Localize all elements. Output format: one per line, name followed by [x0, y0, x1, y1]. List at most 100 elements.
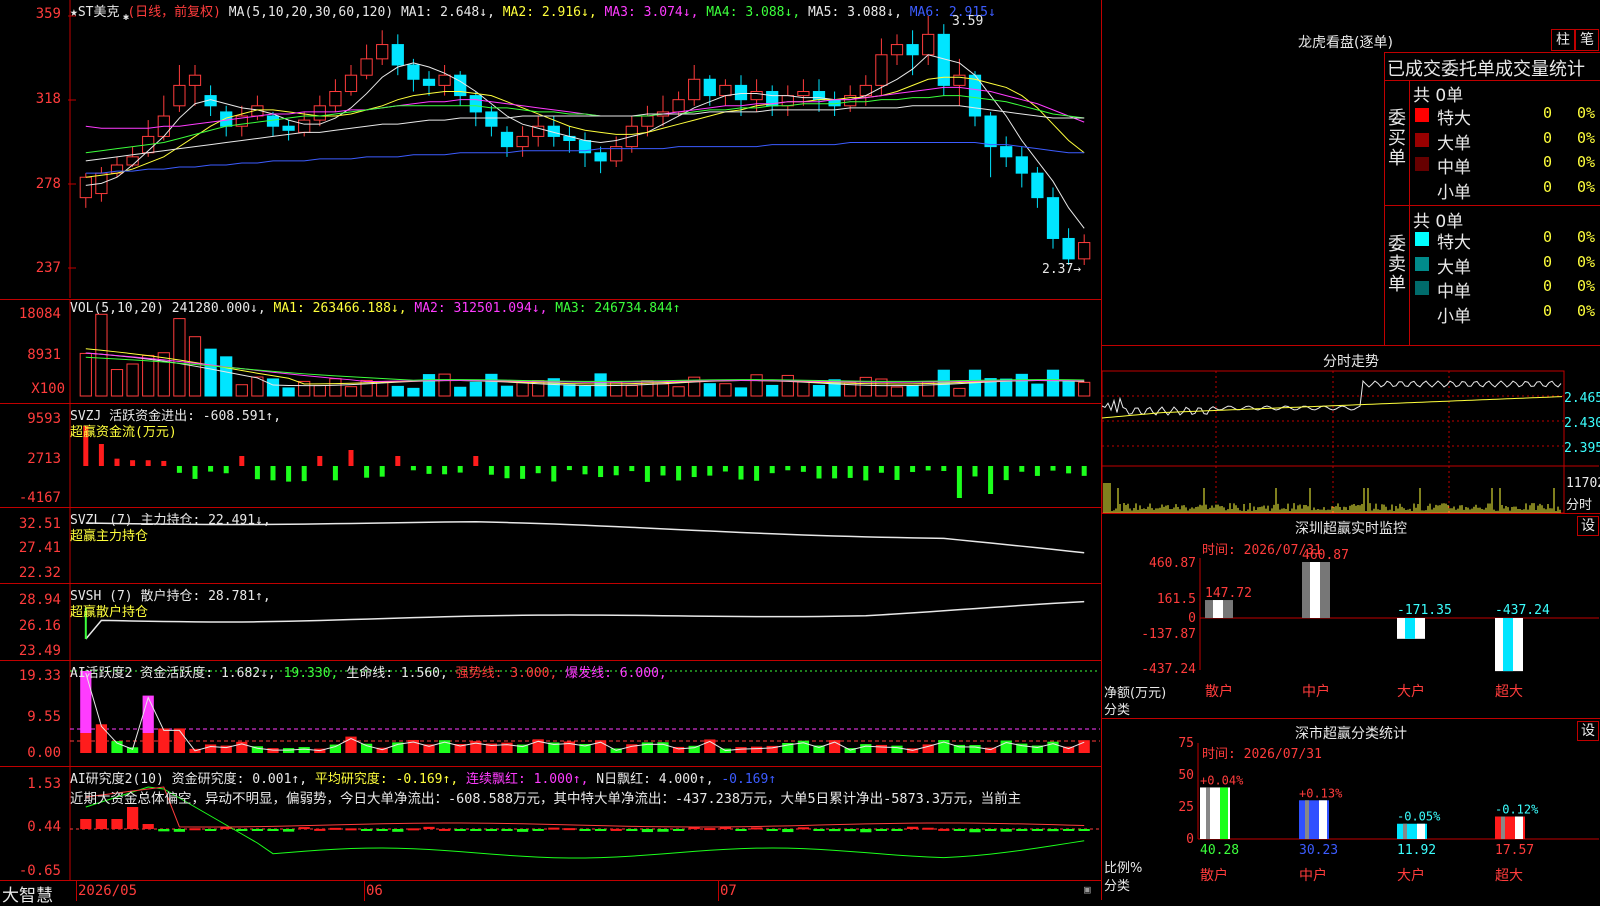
class-bar-shade	[1403, 823, 1407, 839]
class-category: 散户	[1200, 867, 1228, 884]
activity-bar	[1078, 740, 1090, 753]
candle-body	[703, 78, 716, 97]
row-count: 0	[1543, 104, 1553, 122]
intraday-unit: 分时	[1566, 498, 1593, 513]
fund-flow-bar	[520, 466, 526, 479]
fund-flow-bar	[410, 466, 416, 471]
research-bar	[267, 829, 279, 831]
ai-activity-panel[interactable]: AI活跃度2 资金活跃度: 1.682↓, 19.330, 生命线: 1.560…	[0, 660, 1102, 767]
legend-item: 强势线: 3.000,	[455, 666, 566, 681]
fund-flow-bar	[114, 458, 120, 466]
fund-flow-bar	[176, 466, 182, 473]
candle-body	[1015, 156, 1028, 174]
research-bar	[329, 827, 342, 830]
sz-class-panel[interactable]: 深市超赢分类统计 设 时间: 2026/07/31 75 50 25 0 +0.04% 4…	[1101, 718, 1600, 900]
candle-body	[719, 84, 732, 97]
price-tick: 278	[35, 176, 61, 192]
class-change-label: +0.13%	[1299, 786, 1343, 800]
volume-bar	[766, 384, 779, 397]
volume-bar	[719, 383, 732, 397]
research-bar	[189, 828, 201, 831]
sz-monitor-panel[interactable]: 深圳超赢实时监控 设 时间: 2026/07/31 460.87 161.5 0 -1…	[1101, 513, 1600, 719]
candle-body	[422, 78, 436, 86]
candle-body	[922, 33, 935, 56]
intraday-chart[interactable]	[1102, 346, 1599, 513]
candle-body	[1078, 242, 1091, 260]
candle-body	[1046, 197, 1060, 239]
research-bar	[828, 829, 841, 832]
volume-ma-line	[85, 348, 1085, 385]
volume-bar	[516, 382, 529, 397]
candle-body	[953, 74, 966, 86]
volume-bar	[1046, 369, 1060, 397]
column-view-button[interactable]: 柱	[1551, 29, 1575, 51]
fund-flow-bar	[551, 466, 557, 482]
tick-view-button[interactable]: 笔	[1575, 29, 1599, 51]
volume-bar	[797, 381, 810, 397]
class-bar-edge	[1319, 800, 1327, 839]
row-count: 0	[1543, 153, 1553, 171]
activity-bar	[142, 695, 154, 733]
class-value-label: 30.23	[1299, 843, 1338, 858]
monitor-y-tick: -437.24	[1141, 662, 1196, 677]
fund-flow-bar	[691, 466, 697, 478]
legend-item: VOL(5,10,20)	[70, 301, 172, 316]
candle-body	[344, 74, 358, 93]
ai-research-panel[interactable]: AI研究度2(10) 资金研究度: 0.001↑, 平均研究度: -0.169↑…	[0, 766, 1102, 881]
row-pct: 0%	[1577, 177, 1596, 196]
class-value-label: 11.92	[1397, 843, 1436, 858]
volume-bar	[500, 385, 514, 397]
ratio-bar-chart[interactable]: 75 50 25 0 +0.04% 40.28 散户 +0.13% 30.23 中户 -0.05% 1…	[1102, 719, 1599, 901]
fund-flow-bar	[535, 466, 541, 474]
svzl-panel[interactable]: SVZL (7) 主力持仓: 22.491↓, 超赢主力持仓 32.51 27.…	[0, 507, 1102, 584]
research-bar	[392, 829, 404, 832]
fund-flow-bar	[426, 466, 432, 474]
svzj-panel[interactable]: SVZJ 活跃资金进出: -608.591↑, 超赢资金流(万元) 9593 2…	[0, 403, 1102, 508]
net-amount-bar-chart[interactable]: 460.87 161.5 0-137.87 -437.24 147.72 散户 460.87…	[1102, 514, 1599, 718]
volume-bar	[282, 387, 295, 397]
fund-flow-bar	[878, 466, 884, 473]
candlestick-chart[interactable]	[0, 0, 1100, 298]
legend-item: MA3: 246734.844↑	[555, 301, 681, 316]
fund-flow-bar	[254, 466, 260, 480]
lhb-divider	[1385, 205, 1600, 206]
buy-orders-label: 委买单	[1388, 108, 1406, 169]
class-category: 大户	[1397, 867, 1425, 884]
monitor-category: 散户	[1205, 683, 1233, 700]
volume-bar	[812, 384, 826, 397]
volume-bar	[391, 385, 404, 397]
volume-bar	[329, 378, 342, 397]
row-pct: 0%	[1577, 128, 1596, 147]
volume-bar	[563, 384, 576, 397]
fund-flow-bar	[722, 466, 728, 472]
row-name: 中单	[1437, 282, 1471, 302]
intraday-panel[interactable]: 分时走势 2.465 2.430 2.395 11702 分时	[1101, 345, 1600, 514]
research-bar	[579, 829, 591, 831]
fund-flow-bar	[785, 466, 791, 471]
activity-bar	[891, 745, 903, 753]
research-bar	[922, 827, 934, 830]
candle-body	[1000, 146, 1013, 158]
research-bar	[158, 829, 170, 832]
monitor-bar-highlight	[1310, 562, 1320, 618]
fund-flow-bar	[800, 466, 806, 472]
row-name: 中单	[1437, 158, 1471, 178]
research-bar	[844, 829, 856, 832]
row-count: 0	[1543, 252, 1553, 271]
row-name: 大单	[1437, 257, 1471, 278]
volume-panel[interactable]: VOL(5,10,20) 241280.000↓, MA1: 263466.18…	[0, 299, 1102, 404]
research-bar	[782, 829, 794, 833]
lock-icon[interactable]: ▣	[1084, 883, 1091, 896]
main-chart-panel[interactable]: ★ST美克 (日线，前复权) MA(5,10,20,30,60,120) MA1…	[0, 0, 1102, 300]
row-name: 特大	[1437, 109, 1471, 129]
research-bar	[142, 824, 154, 829]
color-swatch	[1415, 281, 1429, 295]
fund-flow-bar	[863, 466, 869, 481]
row-name: 特大	[1437, 233, 1471, 253]
research-bar	[470, 829, 482, 831]
svsh-panel[interactable]: SVSH (7) 散户持仓: 28.781↑, 超赢散户持仓 28.94 26.…	[0, 583, 1102, 661]
volume-bar	[594, 373, 607, 397]
candle-body	[641, 115, 654, 127]
svzl-tick: 22.32	[18, 565, 61, 581]
intraday-avg-line	[1102, 396, 1563, 419]
